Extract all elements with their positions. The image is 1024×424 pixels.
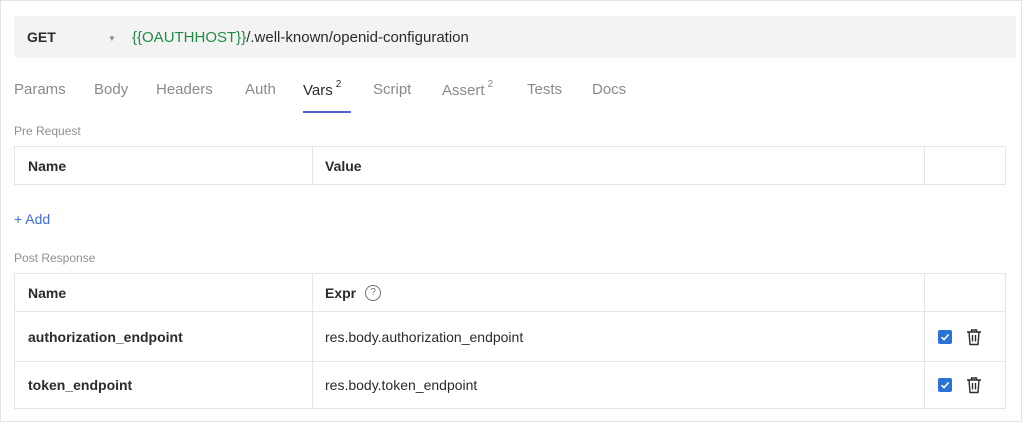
actions-column-header: [924, 147, 1007, 184]
pre-request-table: Name Value: [14, 146, 1006, 185]
var-name-field[interactable]: authorization_endpoint: [15, 312, 312, 361]
name-column-header: Name: [28, 284, 67, 301]
method-label[interactable]: GET: [27, 29, 56, 45]
check-icon: [940, 381, 950, 389]
var-expr-field[interactable]: res.body.authorization_endpoint: [312, 312, 924, 361]
row-actions: [924, 362, 1007, 408]
name-column-header: Name: [28, 157, 67, 174]
help-icon[interactable]: ?: [365, 284, 382, 301]
check-icon: [940, 333, 950, 341]
table-row: token_endpoint res.body.token_endpoint: [15, 361, 1005, 408]
expr-column-header: Expr?: [312, 274, 924, 311]
chevron-down-icon[interactable]: ▼: [108, 34, 116, 43]
tab-headers[interactable]: Headers: [156, 81, 213, 98]
url-variable: {{OAUTHHOST}}: [132, 29, 247, 46]
enabled-checkbox[interactable]: [938, 378, 952, 392]
table-row: authorization_endpoint res.body.authoriz…: [15, 311, 1005, 361]
assert-count: 2: [487, 79, 494, 90]
actions-column-header: [924, 274, 1007, 311]
post-response-table: Name Expr? authorization_endpoint res.bo…: [14, 273, 1006, 409]
tab-body[interactable]: Body: [94, 81, 128, 98]
tab-tests[interactable]: Tests: [527, 81, 562, 98]
tab-vars[interactable]: Vars 2: [303, 79, 342, 99]
table-header-row: Name Expr?: [15, 274, 1005, 311]
row-actions: [924, 312, 1007, 361]
tab-auth[interactable]: Auth: [245, 81, 276, 98]
tab-params[interactable]: Params: [14, 81, 66, 98]
add-pre-request-var-button[interactable]: + Add: [14, 211, 50, 227]
trash-icon[interactable]: [966, 328, 982, 346]
post-response-label: Post Response: [14, 251, 96, 265]
tab-script[interactable]: Script: [373, 81, 411, 98]
trash-icon[interactable]: [966, 376, 982, 394]
request-pane: GET ▼ {{OAUTHHOST}}/.well-known/openid-c…: [0, 0, 1022, 422]
table-header-row: Name Value: [15, 147, 1005, 184]
active-tab-indicator: [303, 111, 351, 113]
value-column-header: Value: [312, 147, 924, 184]
enabled-checkbox[interactable]: [938, 329, 952, 344]
url-bar[interactable]: GET ▼ {{OAUTHHOST}}/.well-known/openid-c…: [14, 16, 1016, 58]
tab-assert[interactable]: Assert 2: [442, 79, 494, 99]
url-input[interactable]: {{OAUTHHOST}}/.well-known/openid-configu…: [132, 29, 469, 46]
url-path: /.well-known/openid-configuration: [246, 29, 469, 46]
tab-docs[interactable]: Docs: [592, 81, 626, 98]
pre-request-label: Pre Request: [14, 124, 81, 138]
var-name-field[interactable]: token_endpoint: [15, 362, 312, 408]
var-expr-field[interactable]: res.body.token_endpoint: [312, 362, 924, 408]
vars-count: 2: [335, 79, 342, 90]
